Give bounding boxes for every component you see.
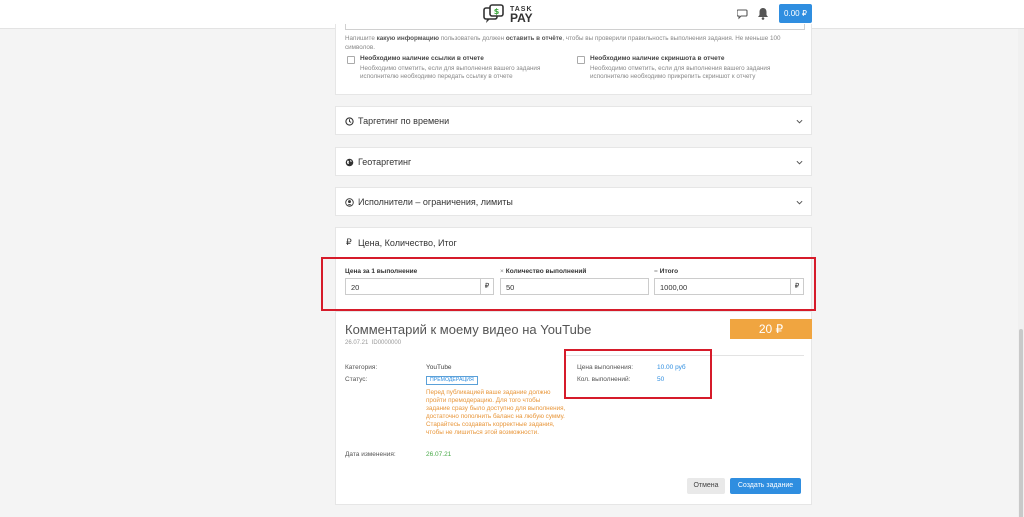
accordion-performers-limits[interactable]: Исполнители – ограничения, лимиты bbox=[335, 187, 812, 216]
highlight-box-pricing bbox=[321, 257, 816, 311]
report-hint: Напишите какую информацию пользователь д… bbox=[345, 34, 795, 52]
accordion-title: Геотаргетинг bbox=[358, 157, 412, 167]
checkbox-description: Необходимо отметить, если для выполнения… bbox=[590, 65, 771, 80]
ruble-icon: ₽ bbox=[346, 237, 352, 247]
hint-text: Напишите bbox=[345, 35, 375, 42]
pricing-title: Цена, Количество, Итог bbox=[358, 238, 457, 248]
screenshot-required-checkbox[interactable] bbox=[577, 56, 585, 64]
accordion-geo-targeting[interactable]: Геотаргетинг bbox=[335, 147, 812, 176]
create-task-button[interactable]: Создать задание bbox=[730, 478, 801, 494]
svg-text:$: $ bbox=[494, 7, 500, 16]
chat-icon[interactable] bbox=[737, 8, 749, 20]
logo-line-2: PAY bbox=[510, 11, 533, 25]
modified-label: Дата изменения: bbox=[345, 451, 396, 458]
bell-icon[interactable] bbox=[757, 7, 769, 20]
chevron-down-icon[interactable] bbox=[796, 159, 803, 166]
accordion-title: Исполнители – ограничения, лимиты bbox=[358, 197, 513, 207]
task-title: Комментарий к моему видео на YouTube bbox=[345, 322, 592, 337]
hint-bold: какую информацию bbox=[376, 35, 439, 42]
chevron-down-icon[interactable] bbox=[796, 118, 803, 125]
modified-value: 26.07.21 bbox=[426, 451, 452, 458]
checkbox-description: Необходимо отметить, если для выполнения… bbox=[360, 65, 541, 80]
status-note: Перед публикацией ваше задание должно пр… bbox=[426, 389, 566, 436]
chevron-down-icon[interactable] bbox=[796, 199, 803, 206]
scrollbar-thumb[interactable] bbox=[1019, 329, 1023, 517]
report-textarea[interactable] bbox=[345, 24, 805, 30]
accordion-title: Таргетинг по времени bbox=[358, 116, 450, 126]
logo-icon: $ bbox=[483, 4, 504, 23]
link-required-checkbox[interactable] bbox=[347, 56, 355, 64]
task-meta: 26.07.21 ID0000000 bbox=[345, 340, 401, 346]
user-circle-icon bbox=[345, 198, 354, 207]
status-label: Статус: bbox=[345, 376, 368, 383]
globe-icon bbox=[345, 158, 354, 167]
category-label: Категория: bbox=[345, 364, 378, 371]
logo[interactable]: $ TASK PAY bbox=[483, 3, 533, 25]
task-date: 26.07.21 bbox=[345, 340, 369, 346]
hint-text: пользователь должен bbox=[440, 35, 505, 42]
category-value: YouTube bbox=[426, 364, 452, 371]
status-badge: ПРЕМОДЕРАЦИЯ bbox=[426, 376, 478, 385]
checkbox-title: Необходимо наличие ссылки в отчете bbox=[360, 55, 484, 62]
task-id: ID0000000 bbox=[371, 340, 402, 346]
report-requirements-card: Напишите какую информацию пользователь д… bbox=[335, 24, 812, 95]
accordion-time-targeting[interactable]: Таргетинг по времени bbox=[335, 106, 812, 135]
balance-button[interactable]: 0.00 ₽ bbox=[779, 4, 812, 23]
scrollbar[interactable] bbox=[1018, 29, 1024, 517]
highlight-box-execution bbox=[564, 349, 712, 399]
logo-text: TASK PAY bbox=[510, 5, 533, 25]
checkbox-title: Необходимо наличие скриншота в отчете bbox=[590, 55, 725, 62]
task-preview: Комментарий к моему видео на YouTube 26.… bbox=[335, 312, 812, 505]
clock-icon bbox=[345, 117, 354, 126]
cancel-button[interactable]: Отмена bbox=[687, 478, 725, 494]
price-badge: 20 ₽ bbox=[730, 319, 812, 339]
hint-bold: оставить в отчёте bbox=[505, 35, 563, 42]
